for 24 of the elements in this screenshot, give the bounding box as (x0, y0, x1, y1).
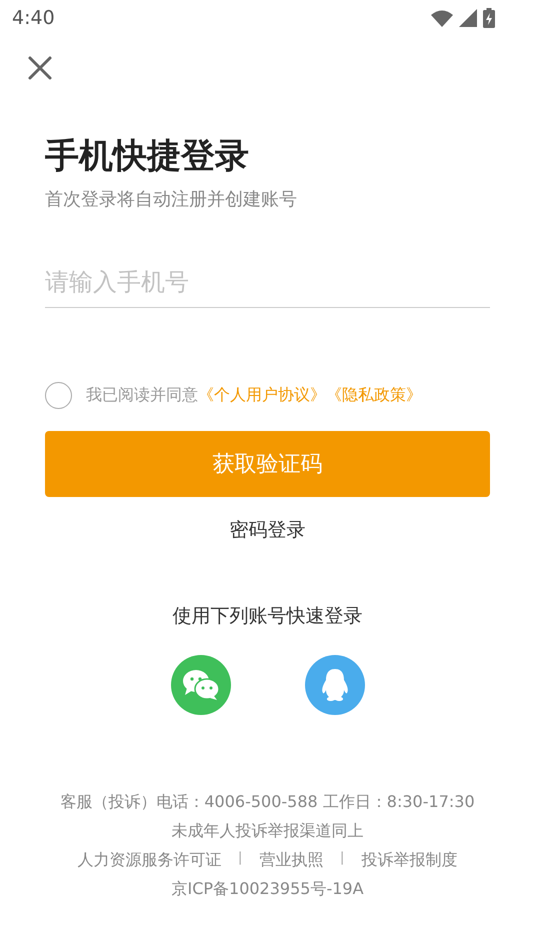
footer-link[interactable]: 人力资源服务许可证 (78, 845, 222, 874)
agreement-text: 我已阅读并同意 (86, 385, 198, 406)
password-login-link[interactable]: 密码登录 (226, 513, 310, 547)
close-button[interactable] (26, 54, 54, 82)
social-login-title: 使用下列账号快速登录 (172, 604, 364, 629)
chat-bubbles-icon (182, 669, 220, 701)
footer-link[interactable]: 投诉举报制度 (362, 845, 458, 874)
penguin-icon (320, 668, 350, 702)
agreement-checkbox[interactable] (45, 382, 72, 409)
page-subtitle: 首次登录将自动注册并创建账号 (45, 188, 298, 212)
policy-link[interactable]: 《隐私政策》 (326, 385, 422, 406)
footer-text: 客服（投诉）电话：4006-500-588 工作日：8:30-17:30 (60, 791, 475, 813)
footer-text: 未成年人投诉举报渠道同上 (172, 820, 364, 842)
signal-icon (459, 9, 477, 27)
footer-link[interactable]: 营业执照 (260, 845, 324, 874)
get-code-button[interactable]: 获取验证码 (45, 431, 490, 497)
battery-icon (483, 8, 495, 28)
separator: 丨 (336, 850, 350, 869)
status-time: 4:40 (12, 7, 55, 29)
wifi-icon (431, 10, 453, 26)
policy-link[interactable]: 《个人用户协议》 (198, 385, 326, 406)
separator: 丨 (234, 850, 248, 869)
page-title: 手机快捷登录 (45, 135, 250, 178)
icp-text: 京ICP备10023955号-19A (171, 878, 364, 900)
